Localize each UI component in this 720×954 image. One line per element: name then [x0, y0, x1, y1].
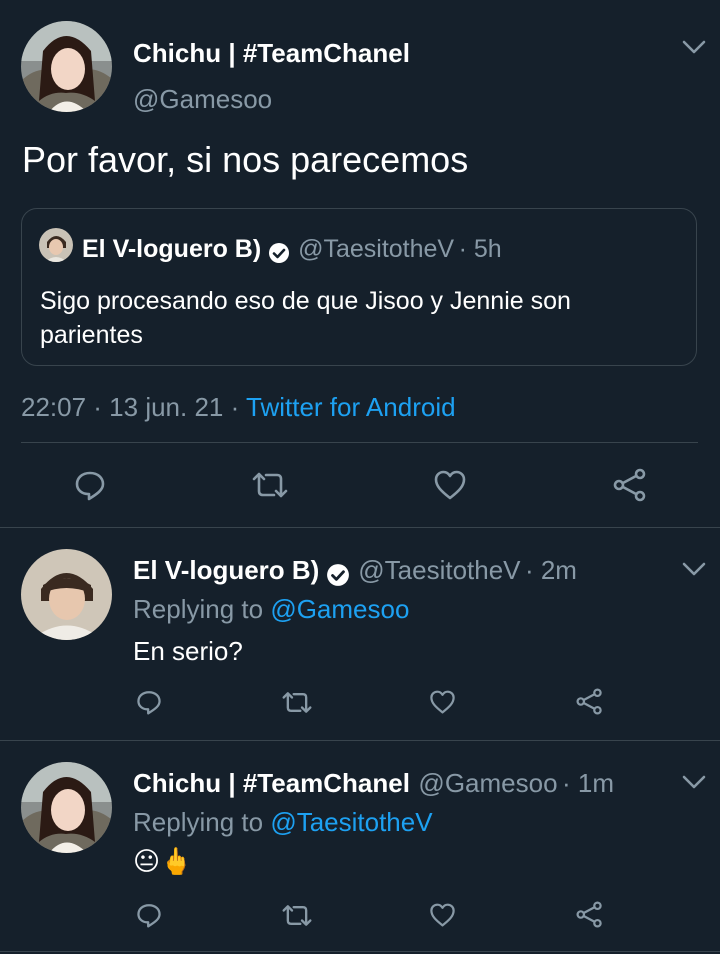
divider: [0, 527, 720, 528]
share-icon: [576, 901, 602, 928]
heart-icon: [430, 690, 455, 714]
retweet-icon: [252, 472, 288, 498]
quoted-author-name: El V-loguero B): [82, 235, 262, 263]
replying-to-link[interactable]: @Gamesoo: [270, 594, 409, 624]
share-button[interactable]: [575, 901, 604, 928]
chevron-down-icon[interactable]: [680, 772, 708, 792]
retweet-icon: [282, 692, 312, 713]
quoted-time: · 5h: [458, 235, 502, 263]
like-button[interactable]: [429, 689, 456, 715]
author-avatar[interactable]: [21, 549, 112, 640]
retweet-button[interactable]: [282, 690, 312, 715]
replying-to-link[interactable]: @TaesitotheV: [270, 807, 432, 837]
share-icon: [613, 468, 646, 502]
retweet-button[interactable]: [282, 903, 312, 928]
author-name[interactable]: Chichu | #TeamChanel: [133, 768, 410, 798]
tweet-time: · 1m: [562, 768, 614, 798]
reply-icon: [137, 691, 161, 715]
tweet-text: 😐🖕: [133, 846, 193, 876]
author-name[interactable]: Chichu | #TeamChanel: [133, 38, 410, 69]
divider: [21, 442, 698, 443]
reply-button[interactable]: [136, 902, 162, 928]
like-button[interactable]: [429, 902, 456, 928]
author-handle[interactable]: @TaesitotheV: [358, 555, 520, 585]
divider: [0, 740, 720, 741]
chevron-down-icon[interactable]: [680, 559, 708, 579]
verified-badge-icon: [268, 242, 290, 264]
replying-label: Replying to: [133, 594, 271, 624]
author-avatar[interactable]: [21, 21, 112, 112]
author-handle[interactable]: @Gamesoo: [418, 768, 557, 798]
replying-label: Replying to: [133, 807, 271, 837]
author-handle[interactable]: @Gamesoo: [133, 84, 272, 115]
share-icon: [576, 688, 602, 715]
tweet-time: · 2m: [524, 555, 577, 585]
tweet-text: En serio?: [133, 636, 243, 666]
reply-button[interactable]: [74, 469, 106, 501]
reply-button[interactable]: [136, 689, 162, 715]
tweet-timestamp: 22:07 · 13 jun. 21 ·: [21, 392, 247, 422]
reply-icon: [75, 471, 105, 501]
author-avatar[interactable]: [21, 762, 112, 853]
reply-icon: [137, 904, 161, 928]
heart-icon: [430, 903, 455, 927]
heart-icon: [434, 470, 466, 500]
verified-badge-icon: [326, 563, 350, 587]
retweet-icon: [282, 905, 312, 926]
quoted-text: Sigo procesando eso de que Jisoo y Jenni…: [40, 287, 571, 349]
tweet-text: Por favor, si nos parecemos: [22, 139, 469, 180]
chevron-down-icon[interactable]: [680, 37, 708, 57]
retweet-button[interactable]: [252, 470, 288, 500]
author-name[interactable]: El V-loguero B): [133, 555, 319, 585]
quoted-author-avatar: [39, 228, 73, 262]
tweet-source-link[interactable]: Twitter for Android: [246, 392, 456, 422]
quoted-author-handle: @TaesitotheV: [298, 235, 455, 263]
share-button[interactable]: [575, 688, 604, 715]
quoted-tweet-card[interactable]: El V-loguero B) @TaesitotheV · 5h Sigo p…: [21, 208, 697, 366]
like-button[interactable]: [433, 469, 467, 501]
share-button[interactable]: [612, 468, 648, 502]
divider: [0, 951, 720, 952]
